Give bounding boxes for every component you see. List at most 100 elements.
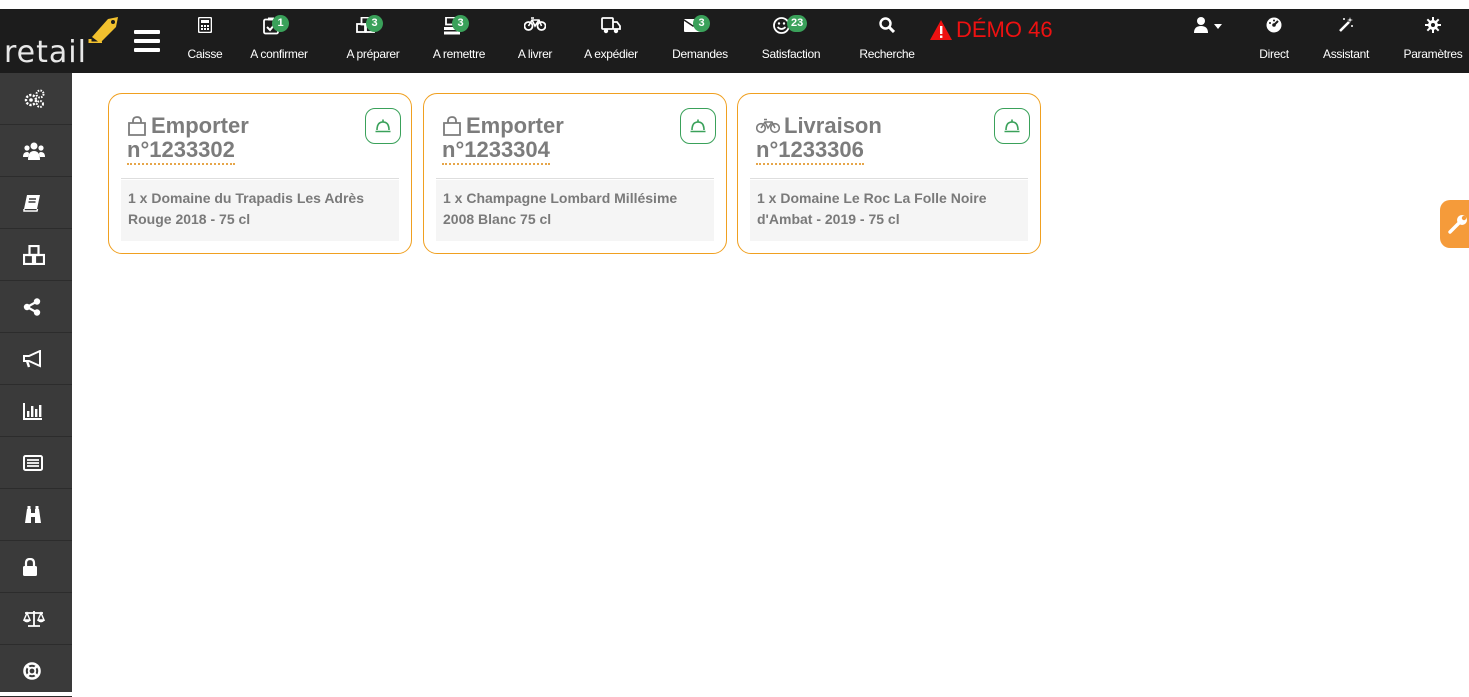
sidebar-item-settings[interactable] <box>0 73 72 125</box>
floating-tools-button[interactable] <box>1440 200 1469 248</box>
nav-satisfaction[interactable]: 23 Satisfaction <box>754 9 828 73</box>
sidebar-item-catalog[interactable] <box>0 177 72 229</box>
nav-a-confirmer[interactable]: 1 A confirmer <box>235 9 323 73</box>
nav-label: A expédier <box>584 47 638 61</box>
order-title: Emporter n°1233302 <box>127 114 249 165</box>
caret-down-icon <box>1214 24 1222 29</box>
nav-a-livrer[interactable]: A livrer <box>512 9 558 73</box>
sidebar-item-users[interactable] <box>0 125 72 177</box>
nav-label: Recherche <box>859 47 915 61</box>
nav-label: Caisse <box>187 47 223 61</box>
bell-button[interactable] <box>680 108 716 144</box>
order-number[interactable]: n°1233302 <box>127 138 235 165</box>
nav-label: Assistant <box>1323 47 1369 61</box>
sidebar-item-legal[interactable] <box>0 593 72 645</box>
users-icon <box>23 142 45 160</box>
card-divider <box>436 178 714 179</box>
nav-demandes[interactable]: 3 Demandes <box>666 9 734 73</box>
magic-wand-icon <box>1339 17 1353 32</box>
count-badge: 3 <box>366 15 383 32</box>
bag-icon <box>128 116 146 136</box>
order-line: 1 x Domaine Le Roc La Folle Noire d'Amba… <box>750 180 1028 241</box>
user-menu[interactable] <box>1188 9 1228 73</box>
count-badge: 1 <box>272 15 289 32</box>
price-tag-icon <box>88 17 118 43</box>
card-divider <box>750 178 1028 179</box>
logo-text: retail <box>4 35 87 70</box>
nav-label: Demandes <box>672 47 728 61</box>
nav-a-remettre[interactable]: 3 A remettre <box>427 9 491 73</box>
bell-icon <box>375 119 391 133</box>
list-icon <box>23 454 43 471</box>
warning-icon <box>930 20 952 40</box>
order-type: Livraison <box>784 113 882 138</box>
demo-label: DÉMO 46 <box>956 17 1053 42</box>
nav-label: A remettre <box>432 47 486 61</box>
nav-direct[interactable]: Direct <box>1254 9 1294 73</box>
bar-chart-icon <box>23 402 42 420</box>
count-badge: 3 <box>693 15 710 32</box>
nav-label: A préparer <box>346 47 400 61</box>
lock-icon <box>23 557 37 576</box>
cubes-icon <box>23 244 45 265</box>
bell-icon <box>1004 119 1020 133</box>
order-number[interactable]: n°1233304 <box>442 138 550 165</box>
nav-recherche[interactable]: Recherche <box>852 9 922 73</box>
binoculars-icon <box>25 505 41 523</box>
nav-label: Direct <box>1259 47 1289 61</box>
lifebuoy-icon <box>23 661 41 680</box>
nav-label: Paramètres <box>1403 47 1463 61</box>
top-strip <box>0 0 1469 9</box>
nav-a-expedier[interactable]: A expédier <box>578 9 644 73</box>
top-navbar: retail Caisse 1 A confirmer 3 A préparer… <box>0 9 1469 73</box>
sidebar-item-stock[interactable] <box>0 229 72 281</box>
card-divider <box>121 178 399 179</box>
order-type: Emporter <box>466 113 564 138</box>
nav-a-preparer[interactable]: 3 A préparer <box>340 9 406 73</box>
user-icon <box>1194 17 1208 33</box>
order-card[interactable]: Emporter n°1233302 1 x Domaine du Trapad… <box>108 93 412 254</box>
sidebar-item-lists[interactable] <box>0 437 72 489</box>
dashboard-icon <box>1266 17 1282 33</box>
book-icon <box>23 194 40 212</box>
order-type: Emporter <box>151 113 249 138</box>
truck-icon <box>601 17 621 34</box>
wrench-icon <box>1448 215 1467 234</box>
search-icon <box>879 17 895 33</box>
sidebar-item-stats[interactable] <box>0 385 72 437</box>
bell-button[interactable] <box>365 108 401 144</box>
order-card[interactable]: Emporter n°1233304 1 x Champagne Lombard… <box>423 93 727 254</box>
demo-banner: DÉMO 46 <box>930 17 1053 43</box>
order-title: Emporter n°1233304 <box>442 114 564 165</box>
left-sidebar <box>0 73 72 697</box>
share-icon <box>23 297 41 316</box>
nav-caisse[interactable]: Caisse <box>183 9 227 73</box>
sidebar-item-explore[interactable] <box>0 489 72 541</box>
bag-icon <box>443 116 461 136</box>
calculator-icon <box>198 17 212 33</box>
scale-icon <box>23 610 45 627</box>
hamburger-menu-icon[interactable] <box>134 30 160 52</box>
order-card[interactable]: Livraison n°1233306 1 x Domaine Le Roc L… <box>737 93 1041 254</box>
nav-assistant[interactable]: Assistant <box>1318 9 1374 73</box>
sidebar-item-share[interactable] <box>0 281 72 333</box>
nav-label: A livrer <box>517 47 553 61</box>
sidebar-item-security[interactable] <box>0 541 72 593</box>
bell-icon <box>690 119 706 133</box>
gear-icon <box>1425 17 1441 33</box>
nav-label: Satisfaction <box>761 47 821 61</box>
cogs-icon <box>24 89 45 108</box>
order-line: 1 x Domaine du Trapadis Les Adrès Rouge … <box>121 180 399 241</box>
nav-parametres[interactable]: Paramètres <box>1402 9 1464 73</box>
count-badge: 3 <box>452 15 469 32</box>
sidebar-item-help[interactable] <box>0 645 72 697</box>
bullhorn-icon <box>23 349 41 368</box>
order-title: Livraison n°1233306 <box>756 114 882 165</box>
order-number[interactable]: n°1233306 <box>756 138 864 165</box>
bicycle-icon <box>756 118 780 134</box>
sidebar-item-marketing[interactable] <box>0 333 72 385</box>
count-badge: 23 <box>787 15 808 32</box>
logo[interactable]: retail <box>0 9 120 73</box>
order-line: 1 x Champagne Lombard Millésime 2008 Bla… <box>436 180 714 241</box>
bell-button[interactable] <box>994 108 1030 144</box>
